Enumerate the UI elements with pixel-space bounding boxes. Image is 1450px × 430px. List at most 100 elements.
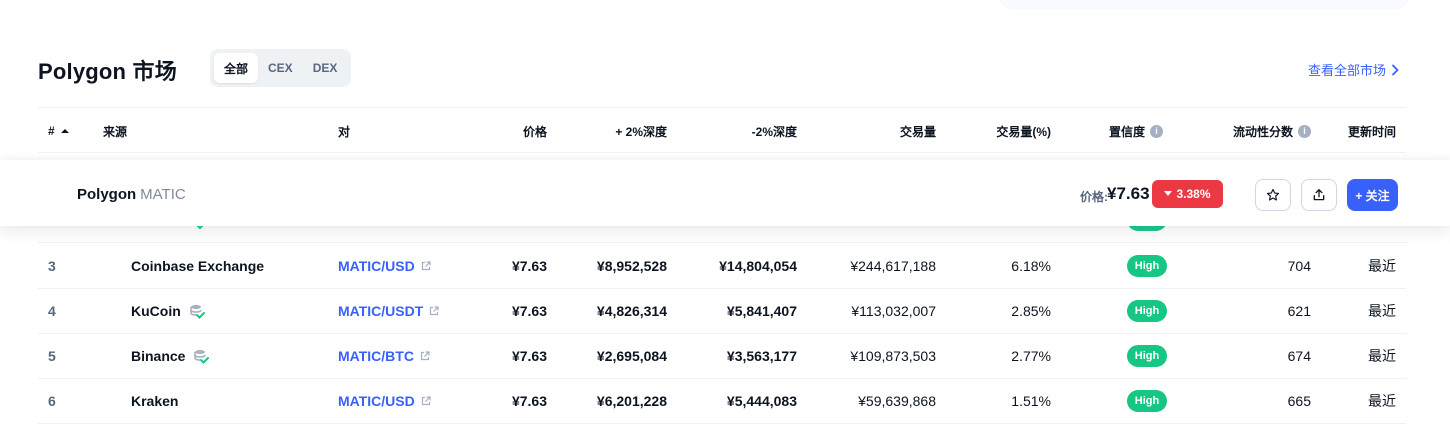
row-volume: ¥244,617,188 xyxy=(850,258,936,274)
view-all-markets-link[interactable]: 查看全部市场 xyxy=(1308,60,1400,79)
confidence-badge: High xyxy=(1127,255,1167,277)
external-link-icon xyxy=(421,261,431,271)
row-volume-pct: 2.77% xyxy=(1011,348,1051,364)
row-source[interactable]: Kraken xyxy=(131,379,178,423)
info-icon[interactable]: i xyxy=(1150,124,1164,138)
row-source[interactable]: KuCoin xyxy=(131,289,205,333)
column-source[interactable]: 来源 xyxy=(103,108,127,154)
star-icon xyxy=(1266,188,1280,201)
external-link-icon xyxy=(430,306,439,316)
row-confidence: High xyxy=(1127,289,1167,333)
column-volume[interactable]: 交易量 xyxy=(900,108,936,154)
external-link-icon xyxy=(420,351,430,361)
verified-exchange-icon xyxy=(189,305,205,319)
pair-link[interactable]: MATIC/BTC xyxy=(338,348,414,364)
row-depth-plus: ¥2,695,084 xyxy=(596,348,667,364)
table-row-partial xyxy=(38,220,1406,243)
column-liquidity[interactable]: 流动性分数 i xyxy=(1233,108,1311,154)
table-row[interactable]: 6 Kraken MATIC/USD ¥7.63 ¥6,201,228 ¥5,444,08… xyxy=(38,379,1406,424)
share-button[interactable] xyxy=(1301,179,1337,211)
row-pair[interactable]: MATIC/USD xyxy=(338,379,431,423)
tab-all[interactable]: 全部 xyxy=(214,53,259,83)
column-rank-label: # xyxy=(48,124,55,138)
view-all-label: 查看全部市场 xyxy=(1307,63,1386,78)
row-liquidity: 621 xyxy=(1287,303,1311,319)
external-link-icon xyxy=(421,396,431,406)
confidence-badge: High xyxy=(1127,300,1167,322)
row-rank: 6 xyxy=(48,393,56,409)
row-volume-pct: 2.85% xyxy=(1011,303,1051,319)
sticky-coin-bar: Polygon MATIC 价格: ¥7.63 3.38% + 关注 xyxy=(0,160,1450,226)
confidence-badge: High xyxy=(1127,390,1167,412)
row-pair[interactable]: MATIC/USDT xyxy=(338,289,439,333)
coin-symbol: MATIC xyxy=(140,186,186,203)
markets-header: Polygon 市场 全部 CEX DEX 查看全部市场 xyxy=(38,48,1406,88)
verified-exchange-icon xyxy=(194,350,210,364)
row-confidence: High xyxy=(1127,379,1167,423)
row-volume: ¥113,032,007 xyxy=(851,303,936,319)
row-pair[interactable]: MATIC/USD xyxy=(338,244,431,288)
coin-name: Polygon MATIC xyxy=(77,186,186,203)
page-title: Polygon 市场 xyxy=(38,59,177,84)
column-rank[interactable]: # xyxy=(48,108,71,154)
column-volume-pct[interactable]: 交易量(%) xyxy=(996,108,1051,154)
row-liquidity: 674 xyxy=(1287,348,1311,364)
top-search-area xyxy=(998,0,1410,10)
exchange-name: Binance xyxy=(131,348,186,364)
markets-table: # 来源 对 价格 + 2%深度 -2%深度 交易量 交易量(%) 置信度 i … xyxy=(38,107,1406,153)
row-volume-pct: 6.18% xyxy=(1011,258,1051,274)
table-row[interactable]: 5 Binance MATIC/BTC ¥7.63 ¥2,695,084 ¥3,563,1… xyxy=(38,334,1406,379)
row-price: ¥7.63 xyxy=(511,393,547,409)
row-confidence: High xyxy=(1127,244,1167,288)
row-depth-plus: ¥8,952,528 xyxy=(596,258,667,274)
column-liquidity-label: 流动性分数 xyxy=(1232,124,1293,139)
row-depth-minus: ¥5,444,083 xyxy=(726,393,797,409)
column-depth-plus[interactable]: + 2%深度 xyxy=(615,108,667,154)
row-volume-pct: 1.51% xyxy=(1011,393,1051,409)
exchange-name: Kraken xyxy=(131,393,179,409)
share-icon xyxy=(1313,189,1325,201)
row-updated: 最近 xyxy=(1368,348,1396,364)
column-updated[interactable]: 更新时间 xyxy=(1348,108,1396,154)
pair-link[interactable]: MATIC/USD xyxy=(338,393,415,409)
row-price: ¥7.63 xyxy=(511,348,547,364)
row-liquidity: 665 xyxy=(1287,393,1311,409)
row-volume: ¥59,639,868 xyxy=(858,393,936,409)
price-change-badge: 3.38% xyxy=(1152,180,1223,208)
row-updated: 最近 xyxy=(1368,258,1396,274)
info-icon[interactable]: i xyxy=(1298,124,1311,138)
row-confidence: High xyxy=(1127,334,1167,378)
row-source[interactable]: Binance xyxy=(131,334,210,378)
tab-dex[interactable]: DEX xyxy=(303,53,348,83)
row-price: ¥7.63 xyxy=(511,303,547,319)
row-price: ¥7.63 xyxy=(511,258,547,274)
row-rank: 3 xyxy=(48,258,56,274)
pair-link[interactable]: MATIC/USDT xyxy=(338,303,423,319)
table-header: # 来源 对 价格 + 2%深度 -2%深度 交易量 交易量(%) 置信度 i … xyxy=(38,107,1406,153)
tab-cex[interactable]: CEX xyxy=(258,53,303,83)
pair-link[interactable]: MATIC/USD xyxy=(338,258,415,274)
watchlist-star-button[interactable] xyxy=(1255,179,1291,211)
row-source[interactable]: Coinbase Exchange xyxy=(131,244,264,288)
row-depth-minus: ¥3,563,177 xyxy=(726,348,797,364)
row-depth-minus: ¥14,804,054 xyxy=(719,258,797,274)
row-pair[interactable]: MATIC/BTC xyxy=(338,334,430,378)
column-confidence-label: 置信度 xyxy=(1109,124,1146,139)
column-confidence[interactable]: 置信度 i xyxy=(1109,108,1164,154)
follow-button[interactable]: + 关注 xyxy=(1347,179,1398,211)
column-pair[interactable]: 对 xyxy=(338,108,350,154)
row-liquidity: 704 xyxy=(1287,258,1311,274)
row-rank: 5 xyxy=(48,348,56,364)
exchange-name: Coinbase Exchange xyxy=(131,258,265,274)
row-depth-minus: ¥5,841,407 xyxy=(726,303,797,319)
row-updated: 最近 xyxy=(1368,303,1396,319)
row-updated: 最近 xyxy=(1368,393,1396,409)
column-depth-minus[interactable]: -2%深度 xyxy=(752,108,797,154)
table-row[interactable]: 3 Coinbase Exchange MATIC/USD ¥7.63 ¥8,952,5… xyxy=(38,244,1406,289)
row-volume: ¥109,873,503 xyxy=(850,348,936,364)
caret-down-icon xyxy=(1164,191,1173,196)
column-price[interactable]: 价格 xyxy=(523,108,547,154)
price-change-value: 3.38% xyxy=(1176,187,1211,201)
table-row[interactable]: 4 KuCoin MATIC/USDT ¥7.63 ¥4,826,314 ¥5,841,4… xyxy=(38,289,1406,334)
confidence-badge: High xyxy=(1127,345,1167,367)
